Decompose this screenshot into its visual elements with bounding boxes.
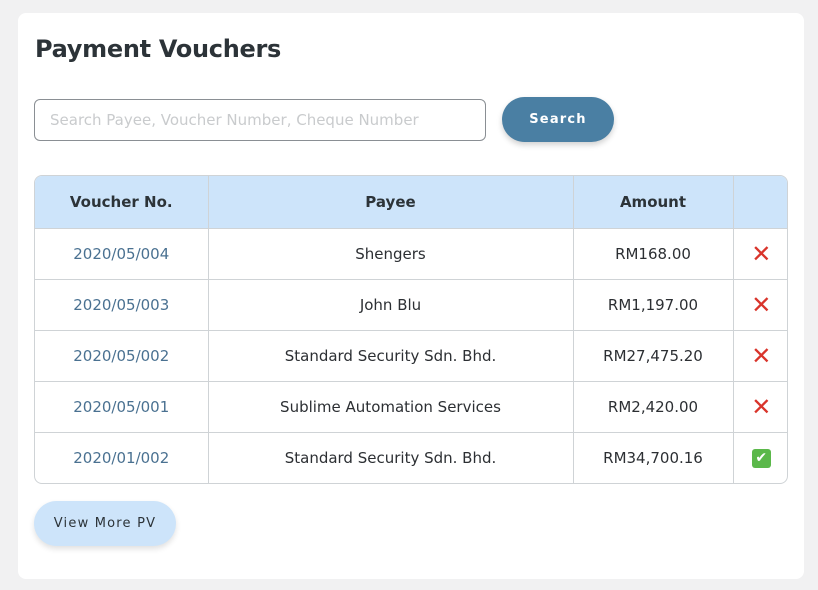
voucher-cell: 2020/05/001 bbox=[35, 380, 209, 432]
status-cell: ✕ bbox=[733, 329, 787, 381]
payment-vouchers-card: Payment Vouchers Search Voucher No. Paye… bbox=[18, 13, 804, 579]
search-input[interactable] bbox=[34, 99, 486, 141]
voucher-cell: 2020/05/002 bbox=[35, 329, 209, 381]
payee-cell: John Blu bbox=[208, 278, 574, 330]
payee-cell: Standard Security Sdn. Bhd. bbox=[208, 329, 574, 381]
voucher-cell: 2020/05/003 bbox=[35, 278, 209, 330]
table-row: 2020/05/002 Standard Security Sdn. Bhd. RM… bbox=[35, 329, 787, 381]
table-row: 2020/05/003 John Blu RM1,197.00 ✕ bbox=[35, 278, 787, 330]
voucher-link[interactable]: 2020/05/004 bbox=[73, 245, 169, 263]
status-cell: ✕ bbox=[733, 278, 787, 330]
payee-cell: Shengers bbox=[208, 227, 574, 279]
payee-cell: Standard Security Sdn. Bhd. bbox=[208, 431, 574, 483]
table-header-row: Voucher No. Payee Amount bbox=[35, 176, 787, 228]
amount-cell: RM1,197.00 bbox=[573, 278, 734, 330]
voucher-link[interactable]: 2020/05/001 bbox=[73, 398, 169, 416]
status-cell: ✔ bbox=[733, 431, 787, 483]
table-row: 2020/01/002 Standard Security Sdn. Bhd. RM… bbox=[35, 431, 787, 483]
search-button[interactable]: Search bbox=[502, 97, 614, 142]
voucher-cell: 2020/01/002 bbox=[35, 431, 209, 483]
page-title: Payment Vouchers bbox=[35, 35, 281, 63]
voucher-link[interactable]: 2020/01/002 bbox=[73, 449, 169, 467]
amount-cell: RM27,475.20 bbox=[573, 329, 734, 381]
cross-icon: ✕ bbox=[751, 290, 772, 319]
cross-icon: ✕ bbox=[751, 239, 772, 268]
voucher-link[interactable]: 2020/05/002 bbox=[73, 347, 169, 365]
status-cell: ✕ bbox=[733, 227, 787, 279]
voucher-link[interactable]: 2020/05/003 bbox=[73, 296, 169, 314]
payee-cell: Sublime Automation Services bbox=[208, 380, 574, 432]
view-more-button[interactable]: View More PV bbox=[34, 501, 176, 546]
column-header-amount: Amount bbox=[573, 176, 734, 228]
column-header-status bbox=[733, 176, 787, 228]
amount-cell: RM168.00 bbox=[573, 227, 734, 279]
column-header-payee: Payee bbox=[208, 176, 574, 228]
column-header-voucher: Voucher No. bbox=[35, 176, 209, 228]
table-row: 2020/05/001 Sublime Automation Services RM… bbox=[35, 380, 787, 432]
cross-icon: ✕ bbox=[751, 341, 772, 370]
table-row: 2020/05/004 Shengers RM168.00 ✕ bbox=[35, 227, 787, 279]
amount-cell: RM34,700.16 bbox=[573, 431, 734, 483]
amount-cell: RM2,420.00 bbox=[573, 380, 734, 432]
cross-icon: ✕ bbox=[751, 392, 772, 421]
voucher-cell: 2020/05/004 bbox=[35, 227, 209, 279]
vouchers-table: Voucher No. Payee Amount 2020/05/004 Shen… bbox=[34, 175, 788, 484]
status-cell: ✕ bbox=[733, 380, 787, 432]
check-icon: ✔ bbox=[751, 448, 771, 468]
